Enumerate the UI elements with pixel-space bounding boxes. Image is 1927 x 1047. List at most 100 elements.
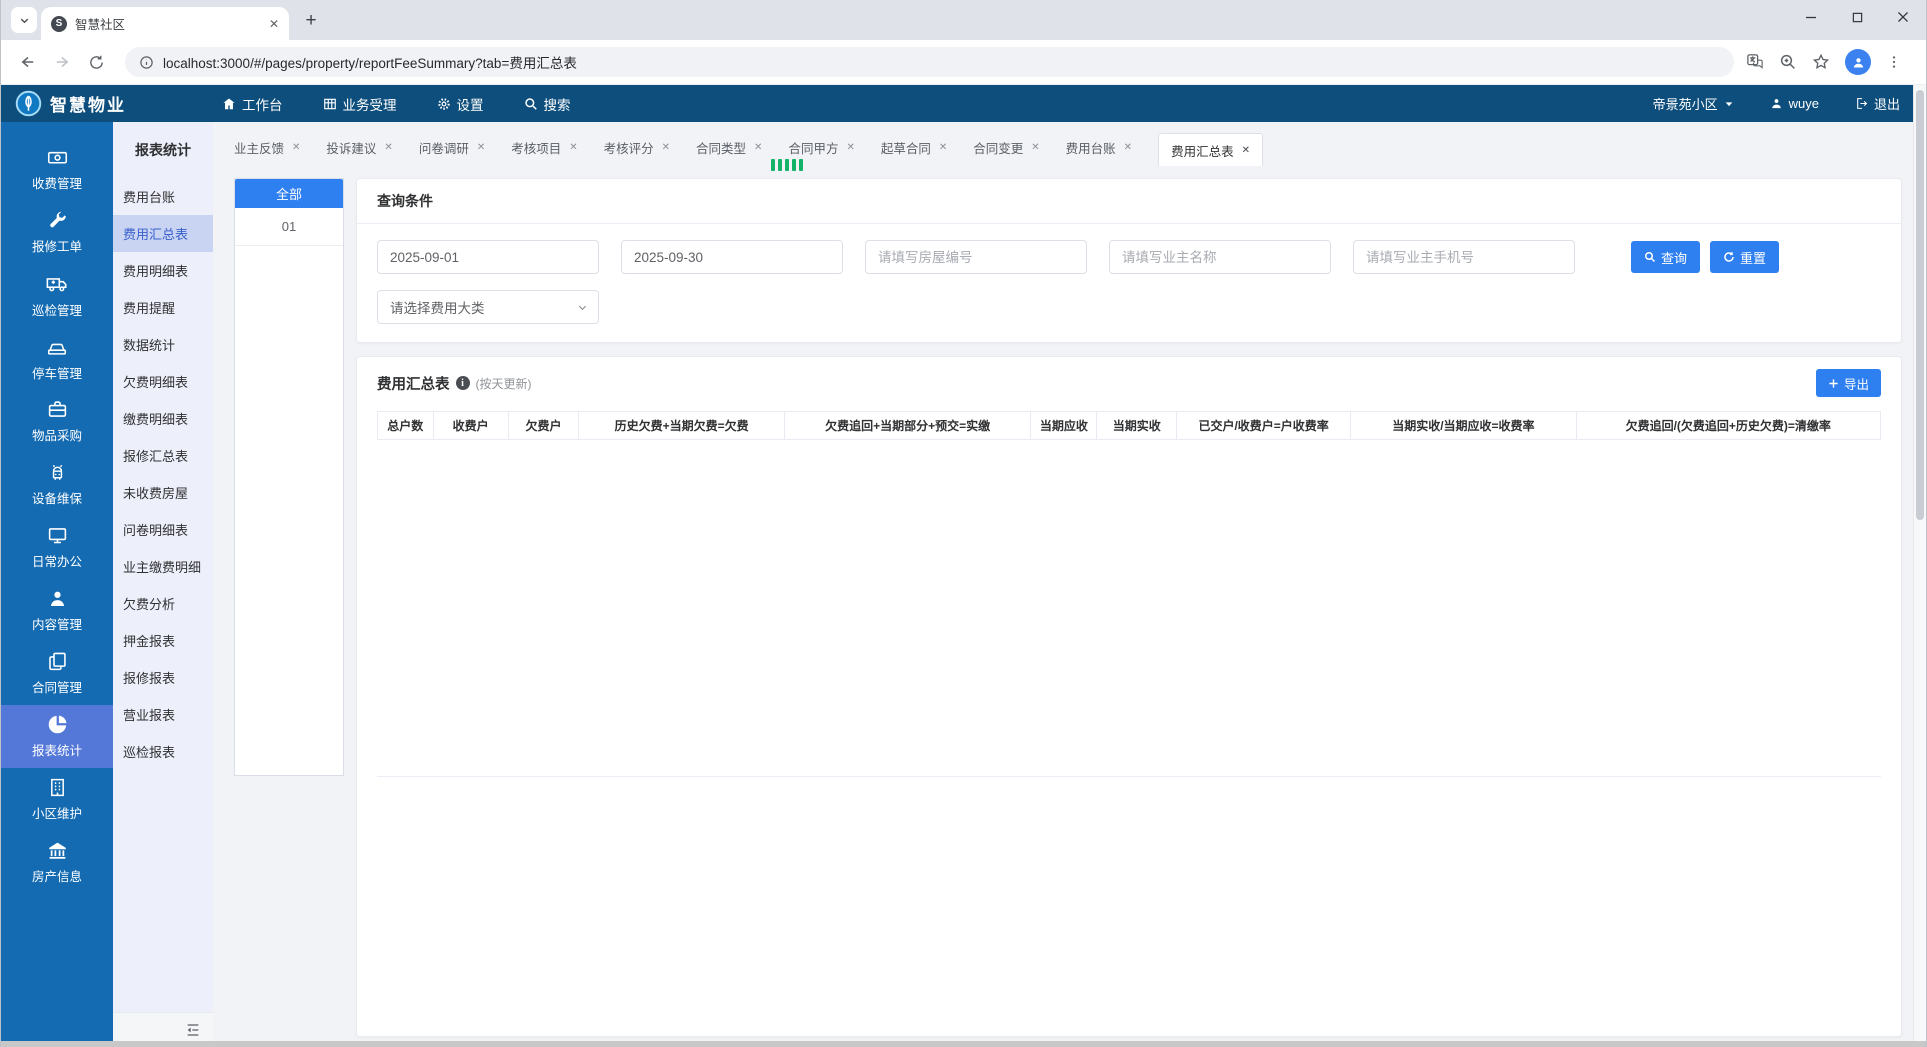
sidebar-item-reports[interactable]: 报表统计 (1, 705, 113, 768)
page-tab-active[interactable]: 费用汇总表 ✕ (1158, 133, 1263, 166)
app-logo-icon (15, 90, 42, 117)
sidebar-item-community[interactable]: 小区维护 (1, 768, 113, 831)
start-date-input[interactable] (377, 240, 599, 274)
submenu-item[interactable]: 报修报表 (113, 659, 213, 696)
house-number-input[interactable] (865, 240, 1087, 274)
tab-close-icon[interactable]: ✕ (1031, 142, 1039, 153)
column-header: 收费户 (434, 412, 509, 439)
bookmark-star-icon[interactable] (1812, 53, 1830, 71)
app-menu: 工作台 业务受理 设置 搜索 (222, 94, 571, 114)
page-tab[interactable]: 业主反馈 ✕ (234, 132, 300, 157)
profile-avatar[interactable] (1845, 49, 1871, 75)
submenu-item[interactable]: 报修汇总表 (113, 437, 213, 474)
menu-item-search[interactable]: 搜索 (524, 94, 571, 114)
tab-close-icon[interactable]: ✕ (384, 142, 392, 153)
submenu-item[interactable]: 业主缴费明细 (113, 548, 213, 585)
menu-item-business[interactable]: 业务受理 (323, 94, 397, 114)
sidebar-item-repair[interactable]: 报修工单 (1, 201, 113, 264)
sidebar-item-maintenance[interactable]: 设备维保 (1, 453, 113, 516)
toolbar-right-icons (1746, 49, 1902, 75)
page-tab[interactable]: 问卷调研 ✕ (419, 132, 485, 157)
sidebar-item-parking[interactable]: 停车管理 (1, 327, 113, 390)
chevron-down-icon (578, 305, 587, 310)
submenu-item[interactable]: 巡检报表 (113, 733, 213, 770)
end-date-input[interactable] (621, 240, 843, 274)
scrollbar-thumb[interactable] (1916, 90, 1924, 520)
submenu-item[interactable]: 欠费明细表 (113, 363, 213, 400)
page-tab[interactable]: 合同变更 ✕ (973, 132, 1039, 157)
user-menu[interactable]: wuye (1770, 96, 1819, 111)
reload-button[interactable] (81, 47, 111, 77)
translate-icon[interactable] (1746, 53, 1764, 71)
new-tab-button[interactable]: + (297, 7, 325, 35)
export-button[interactable]: 导出 (1815, 369, 1881, 397)
page-tab[interactable]: 合同甲方 ✕ (788, 132, 854, 157)
reset-button[interactable]: 重置 (1710, 241, 1780, 273)
owner-name-input[interactable] (1109, 240, 1331, 274)
page-scrollbar[interactable] (1913, 85, 1926, 1041)
forward-button[interactable] (47, 47, 77, 77)
sidebar-item-content[interactable]: 内容管理 (1, 579, 113, 642)
page-tab[interactable]: 投诉建议 ✕ (326, 132, 392, 157)
page-tab[interactable]: 考核项目 ✕ (511, 132, 577, 157)
submenu-item[interactable]: 缴费明细表 (113, 400, 213, 437)
page-tab[interactable]: 考核评分 ✕ (604, 132, 670, 157)
tab-close-icon[interactable]: ✕ (569, 142, 577, 153)
tab-close-icon[interactable]: ✕ (1242, 145, 1250, 156)
window-close-button[interactable] (1880, 0, 1926, 34)
patrol-truck-icon (46, 277, 67, 291)
submenu-item[interactable]: 费用提醒 (113, 289, 213, 326)
collapse-menu-icon[interactable] (185, 1022, 201, 1038)
browser-tab[interactable]: S 智慧社区 ✕ (41, 7, 289, 40)
submenu-item[interactable]: 欠费分析 (113, 585, 213, 622)
tab-close-icon[interactable]: ✕ (477, 142, 485, 153)
tab-search-button[interactable] (11, 7, 37, 33)
menu-item-workbench[interactable]: 工作台 (222, 94, 283, 114)
menu-kebab-icon[interactable] (1886, 54, 1902, 70)
tab-close-icon[interactable]: ✕ (1124, 142, 1132, 153)
submenu-item[interactable]: 费用明细表 (113, 252, 213, 289)
tab-close-icon[interactable]: ✕ (269, 18, 279, 30)
menu-item-settings[interactable]: 设置 (437, 94, 484, 114)
fee-type-all-button[interactable]: 全部 (235, 179, 343, 208)
logout-button[interactable]: 退出 (1855, 94, 1900, 113)
back-button[interactable] (13, 47, 43, 77)
submenu-item[interactable]: 数据统计 (113, 326, 213, 363)
sidebar-item-contract[interactable]: 合同管理 (1, 642, 113, 705)
column-header: 欠费追回+当期部分+预交=实缴 (785, 412, 1032, 439)
bank-icon (48, 842, 66, 859)
submenu-item[interactable]: 未收费房屋 (113, 474, 213, 511)
tab-close-icon[interactable]: ✕ (662, 142, 670, 153)
page-tab[interactable]: 合同类型 ✕ (696, 132, 762, 157)
submenu-item[interactable]: 营业报表 (113, 696, 213, 733)
submenu-item-active[interactable]: 费用汇总表 (113, 215, 213, 252)
sidebar-item-procurement[interactable]: 物品采购 (1, 390, 113, 453)
tab-close-icon[interactable]: ✕ (292, 142, 300, 153)
submenu-item[interactable]: 费用台账 (113, 178, 213, 215)
tab-close-icon[interactable]: ✕ (939, 142, 947, 153)
sidebar-item-patrol[interactable]: 巡检管理 (1, 264, 113, 327)
sidebar-item-charge[interactable]: 收费管理 (1, 138, 113, 201)
page-tab[interactable]: 起草合同 ✕ (881, 132, 947, 157)
sidebar-item-property[interactable]: 房产信息 (1, 831, 113, 894)
tab-close-icon[interactable]: ✕ (754, 142, 762, 153)
page-info-icon[interactable] (139, 55, 154, 70)
zoom-icon[interactable] (1779, 53, 1797, 71)
sidebar-item-office[interactable]: 日常办公 (1, 516, 113, 579)
address-bar[interactable]: localhost:3000/#/pages/property/reportFe… (125, 47, 1734, 77)
briefcase-icon (48, 401, 66, 417)
owner-phone-input[interactable] (1353, 240, 1575, 274)
community-selector[interactable]: 帝景苑小区 (1653, 94, 1734, 113)
submenu-item[interactable]: 问卷明细表 (113, 511, 213, 548)
fee-type-item[interactable]: 01 (235, 208, 343, 246)
page-tabs: 业主反馈 ✕ 投诉建议 ✕ 问卷调研 ✕ 考核项目 ✕ 考核评分 ✕ 合同类型 ✕ 合同甲方… (213, 122, 1926, 166)
submenu-item[interactable]: 押金报表 (113, 622, 213, 659)
query-card-title: 查询条件 (357, 179, 1901, 224)
search-button[interactable]: 查询 (1631, 241, 1701, 273)
fee-category-select[interactable]: 请选择费用大类 (377, 290, 599, 324)
page-tab[interactable]: 费用台账 ✕ (1066, 132, 1132, 157)
info-icon[interactable]: i (455, 376, 470, 390)
window-minimize-button[interactable] (1788, 0, 1834, 34)
tab-close-icon[interactable]: ✕ (846, 142, 854, 153)
window-maximize-button[interactable] (1834, 0, 1880, 34)
